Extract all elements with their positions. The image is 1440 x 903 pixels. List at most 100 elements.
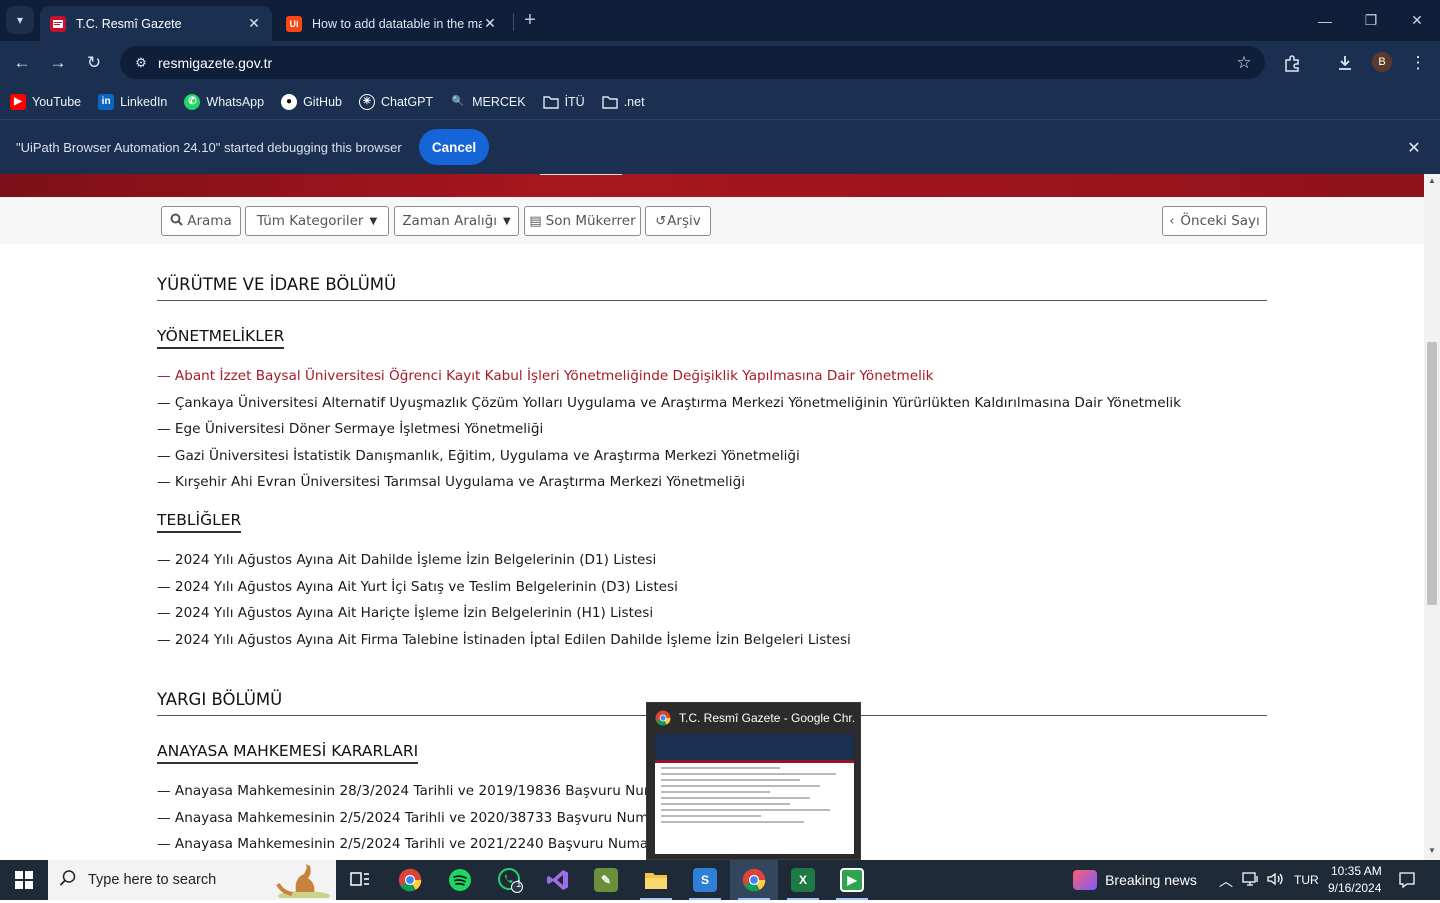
new-tab-plus-icon[interactable]: +: [520, 8, 540, 32]
bookmark-folder-net[interactable]: .net: [602, 94, 645, 110]
repeated-issue-button[interactable]: ▤ Son Mükerrer: [524, 206, 641, 236]
bookmark-github[interactable]: ● GitHub: [281, 93, 342, 110]
network-icon[interactable]: [1242, 871, 1260, 890]
search-button[interactable]: Arama: [161, 206, 241, 236]
file-utility-icon[interactable]: ✎: [582, 860, 630, 900]
regulation-link[interactable]: — Abant İzzet Baysal Üniversitesi Öğrenc…: [157, 368, 934, 384]
scrollbar-thumb[interactable]: [1427, 342, 1437, 605]
address-bar[interactable]: ⚙ resmigazete.gov.tr ☆: [120, 46, 1265, 79]
taskbar-window-preview[interactable]: T.C. Resmî Gazete - Google Chr...: [646, 702, 861, 860]
bookmark-mercek[interactable]: 🔍 MERCEK: [450, 94, 526, 110]
site-settings-icon[interactable]: ⚙: [126, 55, 156, 71]
volume-icon[interactable]: [1266, 871, 1284, 890]
close-window-icon[interactable]: ✕: [1394, 0, 1440, 41]
bookmark-chatgpt[interactable]: ✳ ChatGPT: [358, 93, 434, 110]
bookmark-linkedin[interactable]: in LinkedIn: [98, 93, 167, 110]
whatsapp-badge: 1: [516, 879, 522, 890]
kebab-menu-icon[interactable]: ⋮: [1404, 49, 1432, 77]
github-icon: ●: [281, 93, 298, 110]
file-explorer-icon[interactable]: [632, 860, 680, 900]
court-decision-link[interactable]: — Anayasa Mahkemesinin 2/5/2024 Tarihli …: [157, 810, 662, 826]
back-arrow-icon[interactable]: ←: [8, 49, 36, 77]
communique-link[interactable]: — 2024 Yılı Ağustos Ayına Ait Firma Tale…: [157, 632, 851, 648]
whatsapp-taskbar-icon[interactable]: 1: [486, 860, 534, 900]
input-language[interactable]: TUR: [1294, 873, 1319, 887]
chevron-down-icon: ▼: [369, 215, 378, 227]
visual-studio-icon[interactable]: [534, 860, 582, 900]
forward-arrow-icon[interactable]: →: [44, 49, 72, 77]
date-range-select-value: Zaman Aralığı: [402, 213, 497, 229]
tab-search-button[interactable]: ▾: [6, 6, 34, 34]
communique-link[interactable]: — 2024 Yılı Ağustos Ayına Ait Hariçte İş…: [157, 605, 653, 621]
category-select-value: Tüm Kategoriler: [256, 213, 364, 229]
tab-resmi-gazete[interactable]: T.C. Resmî Gazete ✕: [40, 6, 272, 41]
scroll-down-arrow-icon[interactable]: ▼: [1427, 846, 1437, 855]
archive-button[interactable]: ↺ Arşiv: [645, 206, 711, 236]
uipath-studio-icon[interactable]: S: [681, 860, 729, 900]
date-range-select[interactable]: Zaman Aralığı ▼: [394, 206, 519, 236]
tab-strip: ▾ T.C. Resmî Gazete ✕ Ui How to add data…: [0, 0, 1440, 41]
task-view-icon[interactable]: [336, 860, 384, 900]
category-select[interactable]: Tüm Kategoriler ▼: [245, 206, 389, 236]
minimize-icon[interactable]: —: [1302, 0, 1348, 41]
clock-date[interactable]: 9/16/2024: [1328, 881, 1381, 895]
whatsapp-icon: ✆: [184, 93, 201, 110]
chrome-active-icon[interactable]: [730, 860, 778, 900]
uipath-assistant-icon[interactable]: ▶: [828, 860, 876, 900]
history-icon: ↺: [655, 213, 667, 229]
news-widget[interactable]: Breaking news: [1070, 860, 1200, 900]
reload-icon[interactable]: ↻: [80, 49, 108, 77]
previous-issue-label: Önceki Sayı: [1180, 213, 1260, 229]
restore-icon[interactable]: ❐: [1348, 0, 1394, 41]
search-icon: [48, 869, 88, 892]
regulation-link[interactable]: — Ege Üniversitesi Döner Sermaye İşletme…: [157, 421, 543, 437]
clock-time[interactable]: 10:35 AM: [1331, 864, 1382, 878]
notification-icon[interactable]: [1398, 871, 1416, 892]
communique-link[interactable]: — 2024 Yılı Ağustos Ayına Ait Dahilde İş…: [157, 552, 656, 568]
tab-title: How to add datatable in the ma: [312, 16, 482, 31]
bookmark-label: İTÜ: [564, 94, 585, 109]
close-infobar-icon[interactable]: ✕: [1404, 138, 1424, 158]
regulation-link[interactable]: — Çankaya Üniversitesi Alternatif Uyuşma…: [157, 395, 1181, 411]
download-icon[interactable]: [1331, 49, 1359, 77]
scroll-up-arrow-icon[interactable]: ▲: [1427, 176, 1437, 185]
preview-title: T.C. Resmî Gazete - Google Chr...: [655, 710, 855, 726]
court-decision-link[interactable]: — Anayasa Mahkemesinin 2/5/2024 Tarihli …: [157, 836, 662, 852]
tab-divider: [513, 13, 514, 31]
windows-logo-icon: [15, 871, 33, 889]
start-button[interactable]: [0, 860, 48, 900]
bookmark-folder-itu[interactable]: İTÜ: [542, 94, 585, 110]
site-header-banner: [0, 174, 1424, 197]
uipath-favicon-icon: Ui: [286, 15, 302, 32]
repeated-issue-label: Son Mükerrer: [545, 213, 636, 229]
communique-link[interactable]: — 2024 Yılı Ağustos Ayına Ait Yurt İçi S…: [157, 579, 678, 595]
close-tab-icon[interactable]: ✕: [246, 15, 262, 32]
extensions-puzzle-icon[interactable]: [1278, 49, 1306, 77]
taskbar-search-box[interactable]: Type here to search: [48, 860, 336, 901]
book-icon: ▤: [529, 213, 542, 229]
bookmark-star-icon[interactable]: ☆: [1229, 53, 1259, 73]
spotify-icon[interactable]: [436, 860, 484, 900]
regulation-link[interactable]: — Kırşehir Ahi Evran Üniversitesi Tarıms…: [157, 474, 745, 490]
url-text: resmigazete.gov.tr: [158, 54, 273, 71]
bookmark-youtube[interactable]: ▶ YouTube: [10, 93, 81, 110]
cancel-debugging-button[interactable]: Cancel: [419, 129, 489, 165]
tab-datatable[interactable]: Ui How to add datatable in the ma ✕: [276, 6, 508, 41]
chevron-down-icon: ▾: [16, 13, 24, 27]
bookmark-label: ChatGPT: [380, 94, 434, 109]
bookmark-whatsapp[interactable]: ✆ WhatsApp: [184, 93, 264, 110]
kangaroo-illustration-icon: [274, 862, 332, 901]
excel-icon[interactable]: X: [779, 860, 827, 900]
profile-avatar[interactable]: B: [1372, 52, 1392, 72]
close-tab-icon[interactable]: ✕: [482, 15, 498, 32]
previous-issue-button[interactable]: ‹ Önceki Sayı: [1162, 206, 1267, 236]
court-decision-link[interactable]: — Anayasa Mahkemesinin 28/3/2024 Tarihli…: [157, 783, 671, 799]
bookmarks-bar: ▶ YouTube in LinkedIn ✆ WhatsApp ● GitHu…: [0, 84, 1440, 119]
regulation-link[interactable]: — Gazi Üniversitesi İstatistik Danışmanl…: [157, 448, 800, 464]
page-scrollbar[interactable]: ▲ ▼: [1424, 174, 1440, 860]
show-hidden-icons-chevron-up-icon[interactable]: ︿: [1219, 871, 1233, 891]
preview-thumbnail: [655, 734, 854, 854]
mercek-icon: 🔍: [451, 96, 465, 107]
chrome-taskbar-icon[interactable]: [386, 860, 434, 900]
news-label: Breaking news: [1105, 872, 1197, 888]
